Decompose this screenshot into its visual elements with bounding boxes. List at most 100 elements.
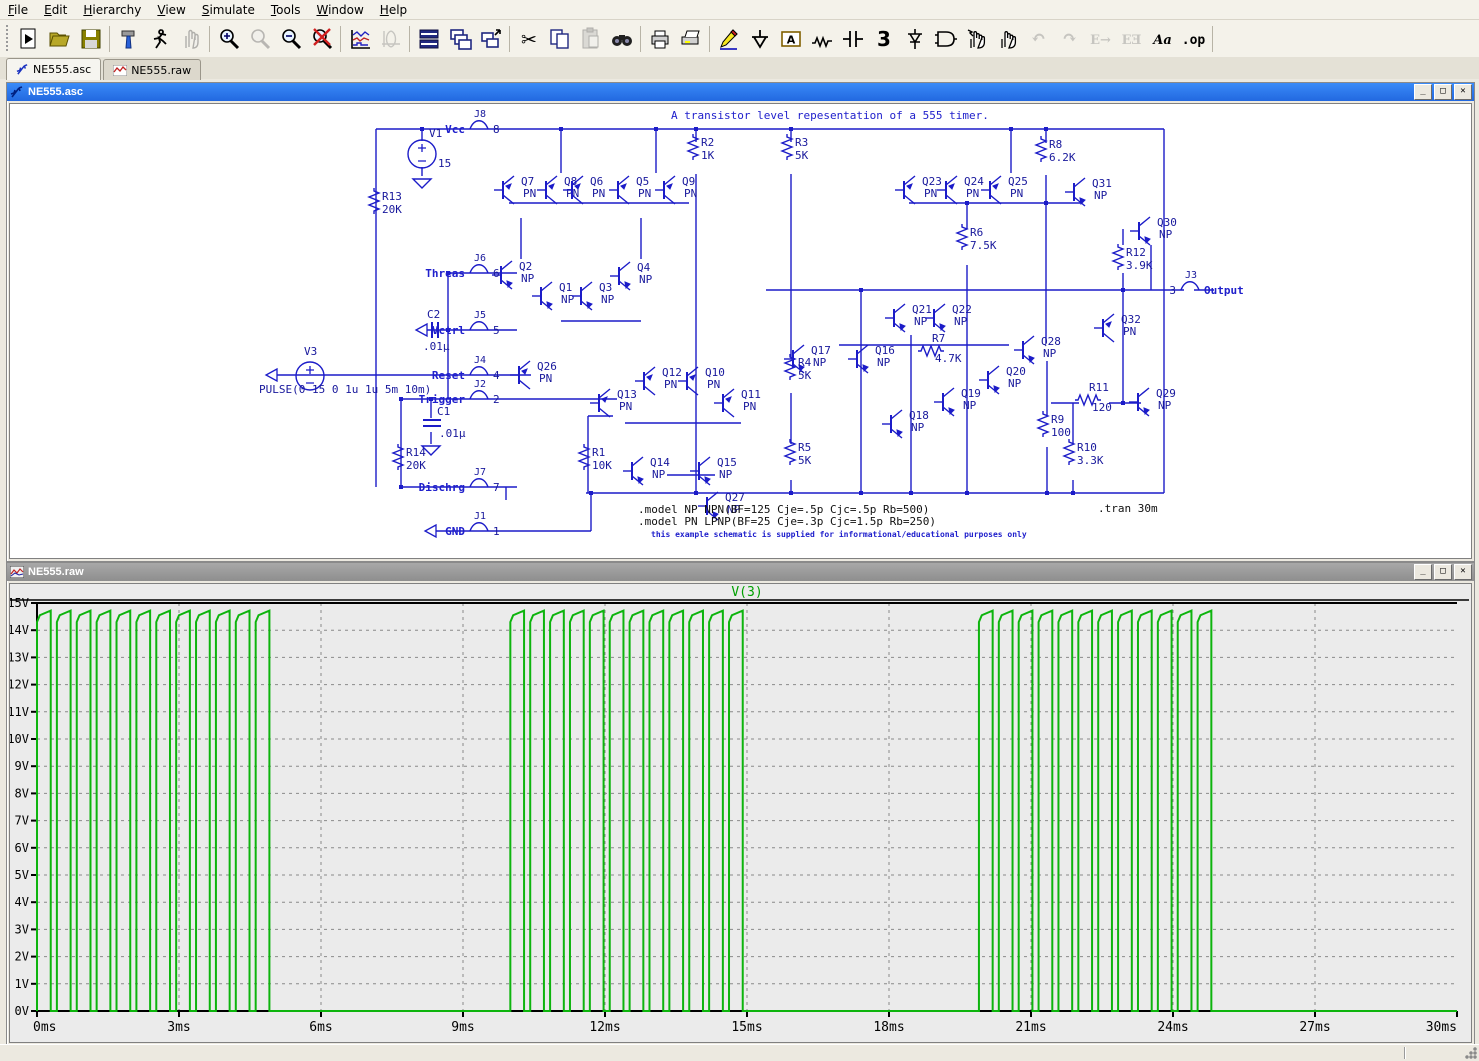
component-R9[interactable]: R9100 [1038,411,1071,439]
tile-vertically-button[interactable] [444,23,475,54]
component-V3[interactable]: V3PULSE(0 15 0 1u 1u 5m 10m) [259,345,431,396]
waveform-minimize-button[interactable]: _ [1414,564,1432,580]
component-Q15[interactable]: Q15NP [690,456,737,485]
move-button[interactable] [961,23,992,54]
pin-output[interactable]: J33Output [1169,270,1243,297]
menu-tools[interactable]: Tools [263,2,309,18]
pin-vcc[interactable]: J8Vcc8 [445,109,500,136]
component-R3[interactable]: R35K [782,134,809,162]
component-R5[interactable]: R55K [785,439,812,467]
place-text-button[interactable]: Aa [1147,23,1178,54]
component-Q23[interactable]: Q23PN [895,175,942,204]
place-diode-button[interactable] [899,23,930,54]
component-Q18[interactable]: Q18NP [882,409,929,438]
component-R13[interactable]: R1320K [369,188,402,216]
find-button[interactable] [606,23,637,54]
component-Q16[interactable]: Q16NP [848,344,895,373]
waveform-window-titlebar[interactable]: NE555.raw _ □ ✕ [7,563,1474,581]
schematic-window-titlebar[interactable]: NE555.asc _ □ ✕ [7,83,1474,101]
component-R10[interactable]: R103.3K [1064,439,1104,467]
place-resistor-button[interactable] [806,23,837,54]
component-Q12[interactable]: Q12PN [635,366,682,395]
control-panel-button[interactable] [113,23,144,54]
zoom-in-button[interactable] [213,23,244,54]
schematic-maximize-button[interactable]: □ [1434,84,1452,100]
new-schematic-button[interactable] [13,23,44,54]
toolbar-grip[interactable] [4,25,10,53]
component-Q5[interactable]: Q5PN [609,175,651,204]
drag-button[interactable] [992,23,1023,54]
component-Q32[interactable]: Q32PN [1094,313,1141,342]
trace-label[interactable]: V(3) [731,585,762,600]
draw-wire-button[interactable] [713,23,744,54]
component-R7[interactable]: R74.7K [918,332,962,365]
component-C1[interactable]: C1.01µ [423,405,466,440]
open-button[interactable] [44,23,75,54]
component-Q11[interactable]: Q11PN [714,388,761,417]
zoom-full-extents-button[interactable] [306,23,337,54]
run-button[interactable] [144,23,175,54]
component-Q19[interactable]: Q19NP [934,387,981,416]
print-button[interactable] [644,23,675,54]
pin-dischrg[interactable]: J7Dischrg7 [419,467,500,494]
component-Q22[interactable]: Q22NP [925,303,972,332]
component-R12[interactable]: R123.9K [1113,244,1153,272]
component-Q29[interactable]: Q29NP [1129,387,1176,416]
menu-view[interactable]: View [149,2,193,18]
schematic-canvas[interactable]: Q7PNQ8PNQ6PNQ5PNQ9PNQ2NPQ1NPQ3NPQ4NPQ26P… [9,103,1472,559]
menu-edit[interactable]: Edit [36,2,75,18]
component-Q9[interactable]: Q9PN [655,175,697,204]
component-R8[interactable]: R86.2K [1036,136,1076,164]
component-Q31[interactable]: Q31NP [1065,177,1112,206]
component-Q7[interactable]: Q7PN [494,175,536,204]
place-capacitor-button[interactable] [837,23,868,54]
cascade-windows-button[interactable] [475,23,506,54]
component-Q14[interactable]: Q14NP [623,456,670,485]
component-Q30[interactable]: Q30NP [1130,216,1177,245]
place-inductor-button[interactable]: 3 [868,23,899,54]
schematic-minimize-button[interactable]: _ [1414,84,1432,100]
component-Q4[interactable]: Q4NP [610,261,653,290]
waveform-maximize-button[interactable]: □ [1434,564,1452,580]
tab-ne555-asc[interactable]: NE555.asc [6,58,101,80]
component-Q3[interactable]: Q3NP [572,281,615,310]
waveform-canvas[interactable]: V(3)0V1V2V3V4V5V6V7V8V9V10V11V12V13V14V1… [9,583,1472,1043]
pin-threas[interactable]: J6Threas6 [425,253,499,280]
save-button[interactable] [75,23,106,54]
menu-window[interactable]: Window [308,2,371,18]
zoom-out-button[interactable] [275,23,306,54]
pin-vctrl[interactable]: J5Vctrl5 [432,310,500,337]
menu-hierarchy[interactable]: Hierarchy [75,2,149,18]
place-ground-button[interactable] [744,23,775,54]
component-Q1[interactable]: Q1NP [532,281,575,310]
place-component-button[interactable] [930,23,961,54]
copy-button[interactable] [544,23,575,54]
cut-button[interactable]: ✂ [513,23,544,54]
component-R6[interactable]: R67.5K [957,224,997,252]
tab-ne555-raw[interactable]: NE555.raw [103,59,201,80]
component-Q25[interactable]: Q25PN [981,175,1028,204]
component-Q20[interactable]: Q20NP [979,365,1026,394]
waveform-close-button[interactable]: ✕ [1454,564,1472,580]
component-R4[interactable]: R45K [785,354,812,382]
component-R14[interactable]: R1420K [393,444,426,472]
component-Q13[interactable]: Q13PN [590,388,637,417]
component-Q10[interactable]: Q10PN [678,366,725,395]
component-R2[interactable]: R21K [688,134,715,162]
spice-directive-button[interactable]: .op [1178,23,1209,54]
v3-trace[interactable] [37,611,1457,1011]
pin-gnd[interactable]: J1GND1 [445,511,500,538]
label-net-button[interactable]: A [775,23,806,54]
menu-simulate[interactable]: Simulate [194,2,263,18]
schematic-close-button[interactable]: ✕ [1454,84,1472,100]
waveform-pane-button[interactable] [344,23,375,54]
print-setup-button[interactable] [675,23,706,54]
pin-reset[interactable]: J4Reset4 [432,355,500,382]
component-Q21[interactable]: Q21NP [885,303,932,332]
component-Q24[interactable]: Q24PN [937,175,984,204]
component-R11[interactable]: R11120 [1075,381,1112,414]
tile-horizontally-button[interactable] [413,23,444,54]
component-Q26[interactable]: Q26PN [510,360,557,389]
component-R1[interactable]: R110K [579,444,612,472]
component-Q28[interactable]: Q28NP [1014,335,1061,364]
